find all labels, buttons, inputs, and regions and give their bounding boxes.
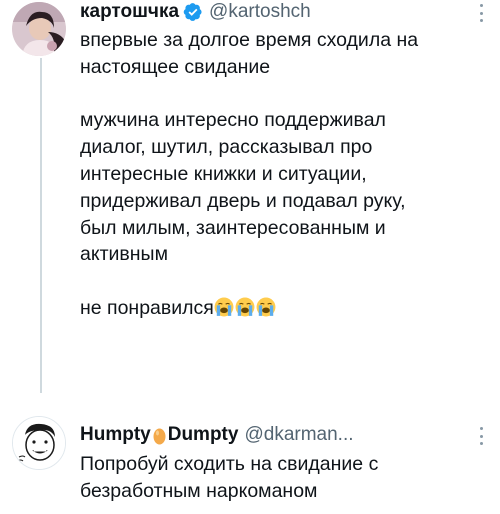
reply-author-name-part1[interactable]: Humpty bbox=[80, 423, 151, 447]
loudly-crying-face-icon bbox=[256, 297, 276, 317]
reply-line: безработным наркоманом bbox=[80, 479, 318, 502]
reply-author-handle[interactable]: @dkarman... bbox=[244, 423, 353, 447]
tweet-line: настоящее свидание bbox=[80, 55, 271, 78]
loudly-crying-face-icon bbox=[214, 297, 234, 317]
tweet-line: не понравился bbox=[80, 296, 214, 319]
verified-badge-icon bbox=[183, 3, 202, 21]
tweet-line: был милым, заинтересованным и bbox=[80, 216, 386, 239]
tweet-header: картошчка @kartoshch bbox=[80, 0, 311, 24]
avatar-photo-icon bbox=[12, 2, 66, 56]
reply-author-name-part2[interactable]: Dumpty bbox=[168, 423, 239, 447]
tweet-line: интересные книжки и ситуации, bbox=[80, 162, 367, 185]
loudly-crying-face-icon bbox=[235, 297, 255, 317]
tweet-line: активным bbox=[80, 243, 168, 266]
reply-line: Попробуй сходить на свидание с bbox=[80, 453, 379, 475]
tweet-line: впервые за долгое время сходила на bbox=[80, 29, 419, 51]
tweet-text: впервые за долгое время сходила на насто… bbox=[80, 27, 490, 322]
reply-text: Попробуй сходить на свидание с безработн… bbox=[80, 451, 490, 505]
author-name[interactable]: картошчка bbox=[80, 0, 179, 24]
author-avatar[interactable] bbox=[12, 2, 66, 56]
more-options-icon[interactable] bbox=[478, 4, 484, 22]
tweet-line: придерживал дверь и подавал руку, bbox=[80, 189, 406, 212]
tweet-last-line: не понравился bbox=[80, 295, 490, 322]
tweet-line: диалог, шутил, рассказывал про bbox=[80, 136, 373, 159]
thread-connector-line bbox=[40, 58, 42, 393]
reply-header: Humpty Dumpty @dkarman... bbox=[80, 423, 354, 447]
egg-icon bbox=[153, 428, 166, 444]
author-handle[interactable]: @kartoshch bbox=[209, 0, 311, 24]
avatar-drawing-icon bbox=[13, 417, 65, 469]
more-options-icon[interactable] bbox=[478, 427, 484, 445]
reply-author-avatar[interactable] bbox=[12, 416, 66, 470]
tweet-line: мужчина интересно поддерживал bbox=[80, 109, 386, 132]
